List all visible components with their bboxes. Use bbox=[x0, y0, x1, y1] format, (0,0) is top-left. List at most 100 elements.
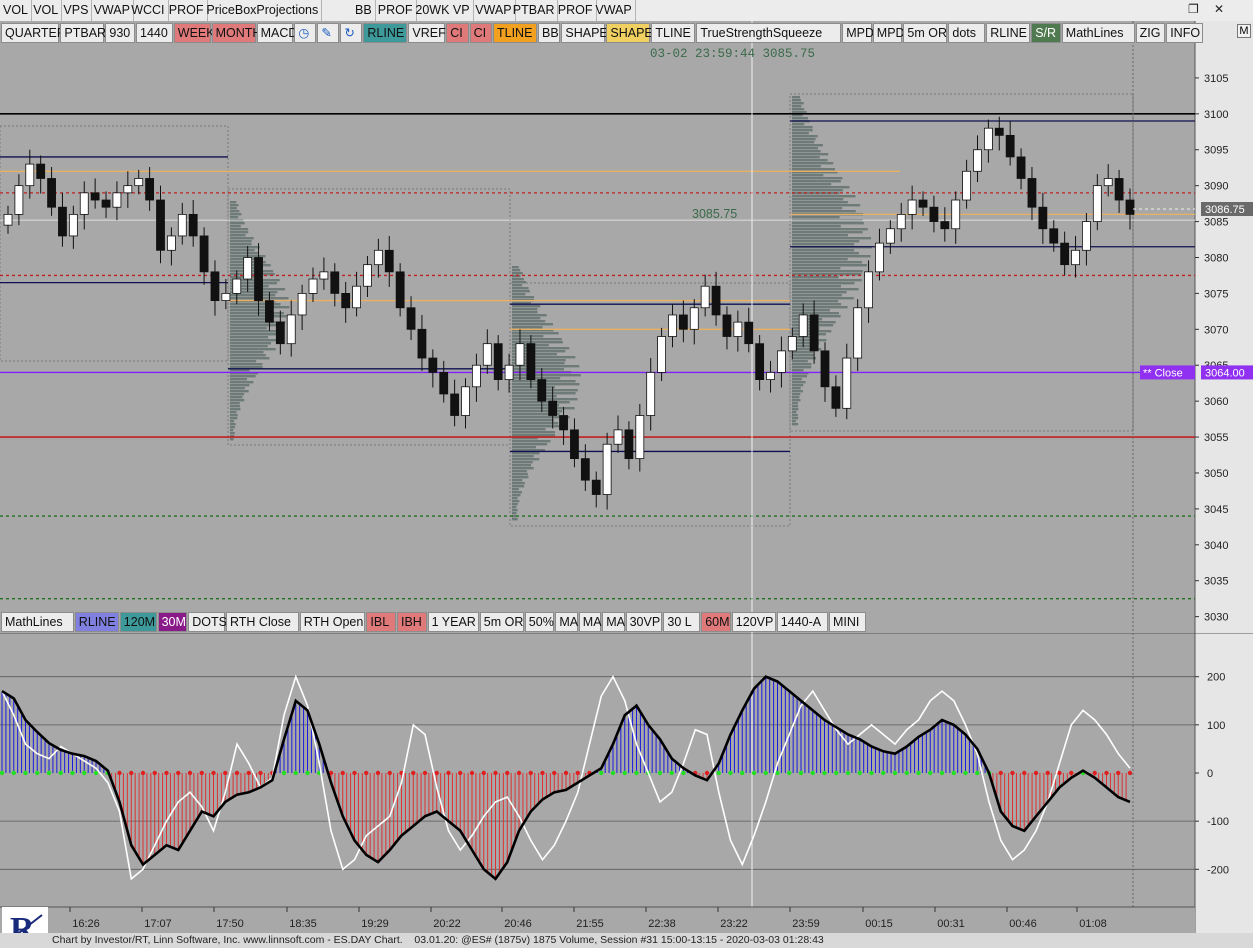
toolbar-top-button-5[interactable]: MONTH bbox=[211, 23, 261, 43]
toolbar-top-button-11[interactable]: VREF bbox=[408, 23, 446, 43]
top-tab-8[interactable]: PROF bbox=[375, 0, 417, 21]
toolbar-top-button-2[interactable]: 930 bbox=[105, 23, 135, 43]
toolbar-bottom-button-13[interactable]: MA bbox=[578, 612, 602, 632]
toolbar-top-button-27[interactable]: ZIG bbox=[1135, 23, 1166, 43]
top-tab-4[interactable]: WCCI bbox=[128, 0, 169, 21]
toolbar-top-button-16[interactable]: SHAPE bbox=[561, 23, 608, 43]
toolbar-top-button-13[interactable]: CI bbox=[469, 23, 492, 43]
pencil-icon[interactable]: ✎ bbox=[317, 23, 340, 43]
top-tab-2[interactable]: VPS bbox=[60, 0, 93, 21]
toolbar-bottom-button-14[interactable]: MA bbox=[602, 612, 625, 632]
profile-bar bbox=[512, 467, 534, 470]
profile-bar bbox=[512, 509, 518, 512]
top-tab-7[interactable]: BB bbox=[352, 0, 376, 21]
top-tab-11[interactable]: PTBAR bbox=[510, 0, 559, 21]
top-tab-9[interactable]: 20WK VP bbox=[412, 0, 474, 21]
toolbar-bottom-button-7[interactable]: IBL bbox=[366, 612, 396, 632]
toolbar-top-button-22[interactable]: 5m OR bbox=[903, 23, 948, 43]
top-tab-5[interactable]: PROF bbox=[166, 0, 208, 21]
oscillator-chart[interactable]: 200 100 0 -100 -200 16:26 17:07 17:50 18:35 19:29… bbox=[0, 633, 1253, 933]
profile-bar bbox=[792, 138, 816, 141]
candle-body bbox=[777, 350, 786, 373]
price-chart[interactable]: 3030303530403045305030553060306530703075… bbox=[0, 21, 1253, 633]
toolbar-top-button-4[interactable]: WEEK bbox=[173, 23, 215, 43]
toolbar-top-button-26[interactable]: MathLines bbox=[1061, 23, 1135, 43]
toolbar-top-button-10[interactable]: RLINE bbox=[363, 23, 408, 43]
toolbar-top-button-17[interactable]: SHAPE bbox=[606, 23, 653, 43]
profile-bar bbox=[512, 443, 548, 446]
top-tab-12[interactable]: PROF bbox=[555, 0, 597, 21]
osc-zero-dot bbox=[822, 770, 827, 776]
profile-bar bbox=[512, 332, 559, 335]
toolbar-bottom-button-2[interactable]: 120M bbox=[119, 612, 157, 632]
candle-body bbox=[472, 364, 481, 388]
toolbar-top-button-20[interactable]: MPD bbox=[842, 23, 874, 43]
toolbar-top-button-21[interactable]: MPD bbox=[872, 23, 905, 43]
top-tab-13[interactable]: VWAP bbox=[592, 0, 636, 21]
toolbar-bottom-button-19[interactable]: 1440-A bbox=[776, 612, 828, 632]
profile-bar bbox=[792, 339, 827, 342]
toolbar-bottom-button-4[interactable]: DOTS bbox=[188, 612, 227, 632]
candle-body bbox=[526, 343, 536, 380]
toolbar-bottom-button-11[interactable]: 50% bbox=[524, 612, 555, 632]
toolbar-bottom-button-0[interactable]: MathLines bbox=[1, 612, 74, 632]
top-tab-1[interactable]: VOL bbox=[30, 0, 63, 21]
toolbar-bottom-button-8[interactable]: IBH bbox=[397, 612, 427, 632]
candle-body bbox=[842, 357, 852, 409]
toolbar-bottom-button-17[interactable]: 60M bbox=[701, 612, 731, 632]
toolbar-top-button-24[interactable]: RLINE bbox=[986, 23, 1031, 43]
time-tick-label-5: 20:22 bbox=[433, 918, 461, 930]
profile-bar bbox=[230, 378, 247, 381]
refresh-icon[interactable]: ↻ bbox=[340, 23, 363, 43]
toolbar-top-button-18[interactable]: TLINE bbox=[651, 23, 696, 43]
close-window-icon[interactable]: ✕ bbox=[1214, 2, 1224, 16]
profile-bar bbox=[512, 488, 519, 491]
toolbar-top-button-15[interactable]: BB bbox=[538, 23, 561, 43]
toolbar-top-button-28[interactable]: INFO bbox=[1166, 23, 1203, 43]
osc-zero-dot bbox=[563, 770, 569, 776]
osc-zero-dot bbox=[728, 770, 733, 776]
toolbar-top-button-14[interactable]: TLINE bbox=[493, 23, 537, 43]
osc-zero-dot bbox=[1104, 770, 1109, 776]
toolbar-bottom-button-1[interactable]: RLINE bbox=[74, 612, 119, 632]
toolbar-bottom-button-3[interactable]: 30M bbox=[157, 612, 188, 632]
profile-bar bbox=[792, 123, 805, 126]
toolbar-bottom-button-15[interactable]: 30VP bbox=[625, 612, 663, 632]
toolbar-top-button-3[interactable]: 1440 bbox=[136, 23, 173, 43]
osc-zero-dot bbox=[1127, 770, 1133, 776]
toolbar-top-button-0[interactable]: QUARTER bbox=[1, 23, 66, 43]
candle-body bbox=[1049, 228, 1059, 244]
profile-bar bbox=[230, 222, 245, 225]
toolbar-top-button-12[interactable]: CI bbox=[446, 23, 469, 43]
top-tab-0[interactable]: VOL bbox=[0, 0, 33, 21]
toolbar-top-button-23[interactable]: dots bbox=[948, 23, 986, 43]
profile-bar bbox=[230, 210, 240, 213]
maximize-price-pane-icon[interactable]: M bbox=[1237, 24, 1251, 38]
profile-bar bbox=[792, 180, 841, 183]
profile-bar bbox=[230, 336, 269, 339]
toolbar-bottom-button-18[interactable]: 120VP bbox=[731, 612, 776, 632]
toolbar-top-button-6[interactable]: MACD bbox=[256, 23, 297, 43]
toolbar-top-button-25[interactable]: S/R bbox=[1031, 23, 1061, 43]
toolbar-bottom-button-16[interactable]: 30 L bbox=[663, 612, 701, 632]
top-tab-6[interactable]: PriceBoxProjections bbox=[203, 0, 323, 21]
candle-body bbox=[798, 314, 808, 337]
profile-bar bbox=[230, 345, 268, 348]
toolbar-bottom-button-10[interactable]: 5m OR bbox=[479, 612, 524, 632]
toolbar-bottom-button-5[interactable]: RTH Close bbox=[226, 612, 299, 632]
clock-icon[interactable]: ◷ bbox=[294, 23, 317, 43]
toolbar-bottom-button-9[interactable]: 1 YEAR bbox=[427, 612, 479, 632]
candle-body bbox=[657, 336, 666, 373]
candle-body bbox=[755, 343, 765, 380]
toolbar-bottom-button-6[interactable]: RTH Open bbox=[299, 612, 366, 632]
restore-window-icon[interactable]: ❐ bbox=[1188, 2, 1199, 16]
toolbar-bottom-button-20[interactable]: MINI bbox=[829, 612, 866, 632]
candle-body bbox=[668, 314, 677, 337]
profile-bar bbox=[230, 201, 237, 204]
toolbar-top-button-19[interactable]: TrueStrengthSqueeze bbox=[696, 23, 842, 43]
toolbar-bottom-button-12[interactable]: MA bbox=[555, 612, 578, 632]
cursor-price-label: 3085.75 bbox=[692, 207, 737, 221]
toolbar-top-button-1[interactable]: PTBAR bbox=[60, 23, 106, 43]
profile-bar bbox=[792, 198, 844, 201]
close-value-label: 3064.00 bbox=[1205, 367, 1245, 379]
